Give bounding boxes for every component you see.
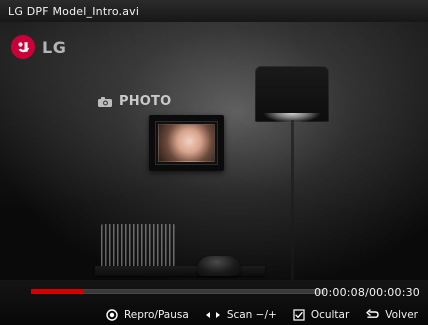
left-right-icon (205, 312, 220, 318)
video-title: LG DPF Model_Intro.avi (8, 4, 140, 18)
lamp-shade (255, 66, 329, 123)
remote-hints: Repro/Pausa Scan −/+ Ocultar Volver (0, 305, 428, 325)
progress-row: 00:00:08/00:00:30 (0, 280, 428, 305)
vase-decor (101, 224, 175, 268)
hint-label: Repro/Pausa (123, 309, 189, 321)
title-bar: LG DPF Model_Intro.avi (0, 0, 428, 23)
photo-text: PHOTO (119, 94, 172, 109)
hint-label: Volver (385, 309, 418, 321)
video-frame: LG PHOTO (0, 22, 428, 280)
lamp-pole (291, 120, 294, 280)
time-readout: 00:00:08/00:00:30 (314, 286, 420, 299)
lg-text: LG (42, 37, 67, 57)
photo-frame (149, 115, 224, 171)
photo-image (158, 124, 215, 162)
progress-bar[interactable] (31, 289, 325, 294)
hint-repro-pausa[interactable]: Repro/Pausa (106, 309, 189, 321)
lg-logo-icon (11, 35, 35, 59)
hint-ocultar[interactable]: Ocultar (293, 309, 349, 321)
checkbox-icon (293, 309, 305, 321)
progress-fill (31, 289, 84, 294)
hint-scan[interactable]: Scan −/+ (205, 309, 277, 321)
hint-volver[interactable]: Volver (365, 309, 418, 321)
camera-icon (98, 96, 112, 107)
photo-label: PHOTO (97, 94, 171, 109)
playback-controls: 00:00:08/00:00:30 Repro/Pausa Scan −/+ O… (0, 280, 428, 325)
hint-label: Scan −/+ (226, 309, 277, 321)
return-icon (366, 309, 379, 318)
hint-label: Ocultar (310, 309, 350, 321)
video-player-screen: LG DPF Model_Intro.avi LG PHOTO 00:00:08… (0, 0, 428, 325)
dot-icon (106, 309, 118, 321)
lg-logo: LG (10, 30, 120, 64)
kettle-decor (197, 256, 241, 276)
